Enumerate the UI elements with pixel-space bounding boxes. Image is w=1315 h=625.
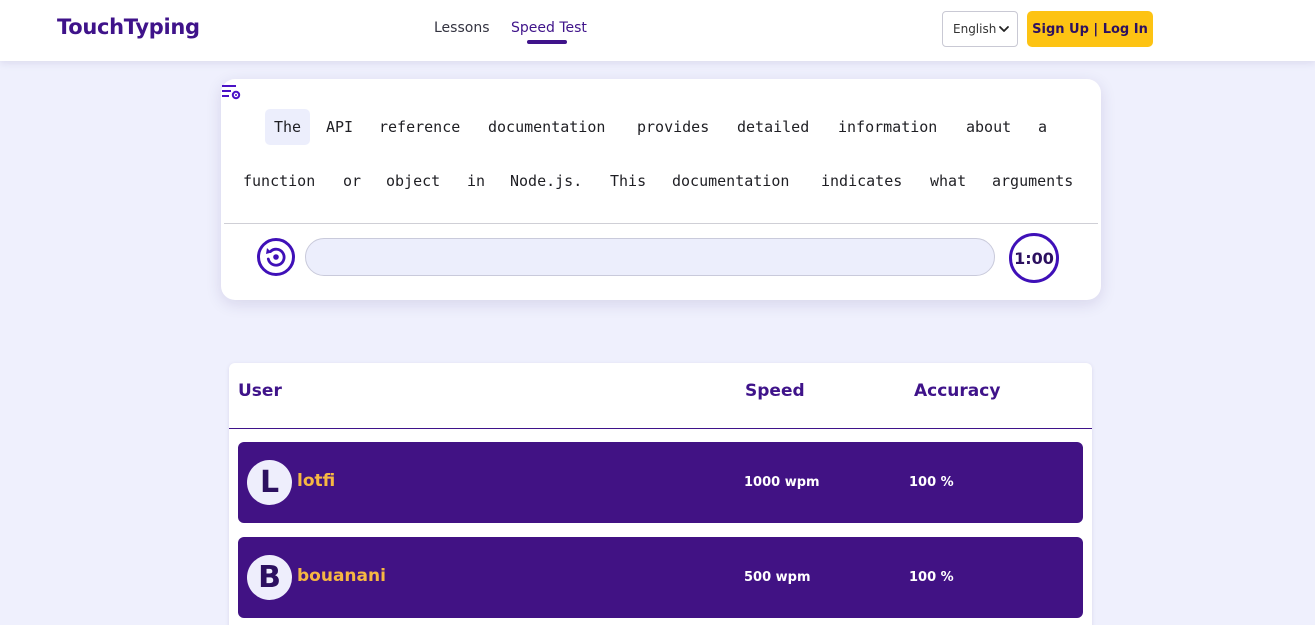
avatar: L	[247, 460, 292, 505]
user-accuracy: 100 %	[909, 475, 954, 490]
typing-word: indicates	[821, 172, 903, 190]
chevron-down-icon	[999, 26, 1009, 32]
table-row: L lotfi 1000 wpm 100 %	[238, 442, 1083, 523]
typing-word: or	[343, 172, 362, 190]
typing-word: about	[966, 118, 1012, 136]
user-speed: 1000 wpm	[744, 475, 820, 490]
settings-sliders-icon[interactable]	[221, 82, 241, 100]
top-navbar: TouchTyping Lessons Speed Test English S…	[0, 0, 1315, 61]
language-select[interactable]: English	[942, 11, 1018, 47]
brand-logo[interactable]: TouchTyping	[57, 15, 200, 39]
table-header-divider	[229, 428, 1092, 429]
typing-word: Node.js.	[510, 172, 583, 190]
typing-input[interactable]	[305, 238, 995, 276]
typing-word: documentation	[488, 118, 606, 136]
typing-word: reference	[379, 118, 461, 136]
user-speed: 500 wpm	[744, 570, 811, 585]
avatar: B	[247, 555, 292, 600]
typing-word: in	[467, 172, 486, 190]
restart-icon[interactable]	[256, 237, 296, 277]
typing-word: provides	[637, 118, 710, 136]
nav-lessons[interactable]: Lessons	[434, 20, 490, 36]
typing-word: function	[243, 172, 316, 190]
typing-word: object	[386, 172, 441, 190]
column-header-accuracy: Accuracy	[914, 381, 1001, 401]
column-header-speed: Speed	[745, 381, 805, 401]
typing-word: arguments	[992, 172, 1074, 190]
user-name: bouanani	[297, 566, 386, 586]
typing-word: what	[930, 172, 967, 190]
nav-speed-test[interactable]: Speed Test	[511, 20, 587, 36]
typing-card-divider	[224, 223, 1098, 224]
signup-login-button[interactable]: Sign Up | Log In	[1027, 11, 1153, 47]
typing-word: API	[326, 118, 354, 136]
typing-word: documentation	[672, 172, 790, 190]
typing-word: a	[1038, 118, 1048, 136]
active-nav-indicator	[527, 40, 567, 44]
typing-word: information	[838, 118, 938, 136]
user-name: lotfi	[297, 471, 336, 491]
user-accuracy: 100 %	[909, 570, 954, 585]
typing-word-current: The	[265, 109, 311, 145]
column-header-user: User	[238, 381, 282, 401]
countdown-timer: 1:00	[1009, 233, 1059, 283]
table-row: B bouanani 500 wpm 100 %	[238, 537, 1083, 618]
typing-word: This	[610, 172, 647, 190]
typing-word: detailed	[737, 118, 810, 136]
language-selected-value: English	[953, 22, 997, 36]
